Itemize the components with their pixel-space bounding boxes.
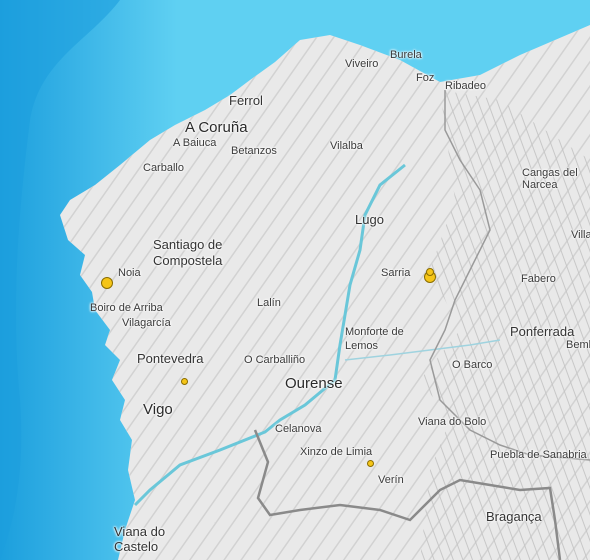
place-betanzos: Betanzos: [231, 145, 277, 157]
place-pontevedra: Pontevedra: [137, 351, 204, 366]
place-viana-do-bolo: Viana do Bolo: [418, 416, 487, 428]
place-villa: Villa: [571, 229, 590, 241]
place-monforte: Monforte de Lemos: [345, 326, 404, 352]
place-viveiro: Viveiro: [345, 58, 379, 70]
place-lalin: Lalín: [257, 297, 281, 309]
place-fabero: Fabero: [521, 273, 556, 285]
place-foz: Foz: [416, 72, 435, 84]
place-o-barco: O Barco: [452, 359, 493, 371]
place-ponferrada: Ponferrada: [510, 324, 575, 339]
place-vilalba: Vilalba: [330, 140, 363, 152]
place-sarria: Sarria: [381, 267, 411, 279]
place-ribadeo: Ribadeo: [445, 80, 486, 92]
place-viana-do-castelo: Viana do Castelo: [114, 524, 166, 554]
place-verin: Verín: [378, 474, 404, 486]
place-xinzo: Xinzo de Limia: [300, 446, 373, 458]
earthquake-marker-noia[interactable]: [101, 277, 113, 289]
place-o-carballino: O Carballiño: [244, 354, 306, 366]
earthquake-marker-sarria-2[interactable]: [426, 268, 434, 276]
place-a-baiuca: A Baiuca: [173, 137, 217, 149]
earthquake-marker-verin[interactable]: [367, 460, 374, 467]
place-boiro: Boiro de Arriba: [90, 302, 163, 314]
map-base: [0, 0, 590, 560]
map[interactable]: A Coruña Ferrol Viveiro Burela Foz Ribad…: [0, 0, 590, 560]
place-carballo: Carballo: [143, 162, 184, 174]
place-cangas-del-narcea: Cangas del Narcea: [522, 167, 578, 192]
place-puebla: Puebla de Sanabria: [490, 449, 587, 461]
place-ferrol: Ferrol: [229, 93, 263, 108]
place-celanova: Celanova: [275, 423, 322, 435]
place-noia: Noia: [118, 267, 141, 279]
place-vilagarcia: Vilagarcía: [122, 317, 171, 329]
place-burela: Burela: [390, 49, 422, 61]
place-a-coruna: A Coruña: [185, 119, 248, 136]
place-lugo: Lugo: [355, 212, 384, 227]
earthquake-marker-pontevedra[interactable]: [181, 378, 188, 385]
place-bembibre: Bembi: [566, 339, 590, 351]
place-santiago: Santiago de Compostela: [153, 237, 223, 268]
place-vigo: Vigo: [143, 401, 173, 418]
place-braganca: Bragança: [486, 509, 542, 524]
place-ourense: Ourense: [285, 375, 343, 392]
